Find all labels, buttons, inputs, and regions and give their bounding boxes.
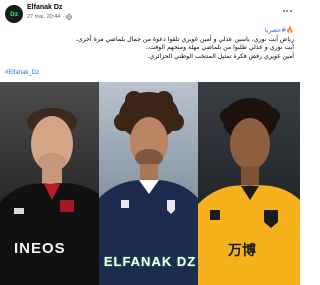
watermark-logo: ELFANAK DZ [103,254,197,269]
sponsor-text: 万博 [228,242,256,258]
page-avatar[interactable]: Dz [5,5,23,23]
meta-separator: · [62,14,65,20]
caption-line: رياض أيت نوري، ياسين عدلي و أمين غويري ت… [75,35,294,43]
avatar-logo-text: Dz [9,10,19,18]
more-dot-icon [286,10,288,12]
post-caption: 🔥#حصريا رياض أيت نوري، ياسين عدلي و أمين… [14,27,294,61]
caption-hashtag-exclusive[interactable]: 🔥#حصريا [14,27,294,36]
post-header: Dz Elfanak Dz 27 mai, 20:44 · [0,0,300,26]
globe-icon [66,14,72,20]
post-image[interactable]: INEOS 万博 ELFANAK DZ [0,82,300,285]
player-photo-right: 万博 [198,82,300,285]
player-photo-left: INEOS [0,82,99,285]
caption-line: أيت نوري و عدلي طلبوا من بلماضي مهلة ومن… [145,44,294,52]
sponsor-text: INEOS [14,240,66,257]
hashtag-link[interactable]: #Elfanak_Dz [5,70,39,76]
more-dot-icon [289,10,292,12]
page-name-link[interactable]: Elfanak Dz [27,4,62,11]
facebook-post: Dz Elfanak Dz 27 mai, 20:44 · 🔥#حصريا ري… [0,0,300,285]
caption-line: أمين غويري رفض فكرة تمثيل المنتخب الوطني… [147,52,294,60]
more-dot-icon [282,10,285,12]
post-meta: 27 mai, 20:44 · [27,14,72,20]
more-options-button[interactable] [280,6,294,16]
post-timestamp[interactable]: 27 mai, 20:44 [27,14,60,20]
